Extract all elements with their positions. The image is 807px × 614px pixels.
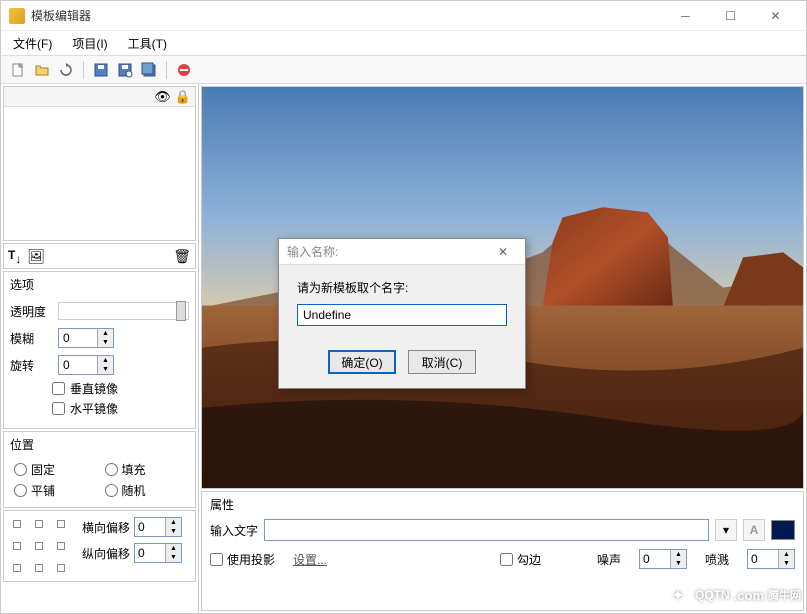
flip-v-label: 垂直镜像 (70, 380, 118, 397)
dialog-title: 输入名称: (287, 243, 338, 260)
dialog-input[interactable] (297, 304, 507, 326)
pos-random-radio[interactable] (105, 484, 118, 497)
flip-h-checkbox[interactable] (52, 402, 65, 415)
refresh-icon (58, 62, 74, 78)
save-button[interactable] (90, 59, 112, 81)
text-input-label: 输入文字 (210, 522, 258, 539)
stroke-checkbox[interactable] (500, 553, 513, 566)
options-title: 选项 (10, 276, 189, 293)
color-button[interactable] (771, 520, 795, 540)
align-ml[interactable] (10, 539, 24, 553)
minimize-button[interactable]: ─ (663, 2, 708, 30)
layer-panel: 👁 🔒 (3, 86, 196, 241)
spray-label: 喷溅 (705, 551, 729, 568)
opacity-slider[interactable] (58, 302, 189, 320)
text-dropdown-button[interactable]: ▾ (715, 519, 737, 541)
align-tr[interactable] (54, 517, 68, 531)
lock-icon[interactable]: 🔒 (175, 89, 191, 105)
save-icon (93, 62, 109, 78)
menu-project[interactable]: 项目(I) (64, 33, 115, 54)
align-bl[interactable] (10, 561, 24, 575)
offset-v-spinner[interactable]: 0▲▼ (134, 543, 182, 563)
font-button[interactable]: A (743, 519, 765, 541)
save-as-button[interactable] (114, 59, 136, 81)
noise-label: 噪声 (597, 551, 621, 568)
app-icon (9, 8, 25, 24)
pos-fixed-radio[interactable] (14, 463, 27, 476)
menu-tools[interactable]: 工具(T) (120, 33, 175, 54)
dialog-close-button[interactable]: ✕ (489, 242, 517, 262)
image-tool-button[interactable]: 🖼 (27, 248, 45, 265)
align-mr[interactable] (54, 539, 68, 553)
spray-spinner[interactable]: 0▲▼ (747, 549, 795, 569)
pos-fill-radio[interactable] (105, 463, 118, 476)
align-br[interactable] (54, 561, 68, 575)
eye-icon[interactable]: 👁 (154, 89, 171, 105)
save-as-icon (117, 62, 133, 78)
dialog-cancel-button[interactable]: 取消(C) (408, 350, 476, 374)
folder-icon (34, 62, 50, 78)
offset-h-spinner[interactable]: 0▲▼ (134, 517, 182, 537)
close-button[interactable]: ✕ (753, 2, 798, 30)
dialog-ok-button[interactable]: 确定(O) (328, 350, 396, 374)
save-all-button[interactable] (138, 59, 160, 81)
offset-h-label: 横向偏移 (82, 519, 130, 536)
settings-link[interactable]: 设置... (293, 551, 327, 568)
flip-v-checkbox[interactable] (52, 382, 65, 395)
pos-tile-radio[interactable] (14, 484, 27, 497)
name-dialog: 输入名称: ✕ 请为新模板取个名字: 确定(O) 取消(C) (278, 238, 526, 389)
props-title: 属性 (210, 496, 795, 513)
refresh-button[interactable] (55, 59, 77, 81)
position-title: 位置 (10, 436, 189, 453)
align-mc[interactable] (32, 539, 46, 553)
new-button[interactable] (7, 59, 29, 81)
opacity-label: 透明度 (10, 303, 52, 320)
noise-spinner[interactable]: 0▲▼ (639, 549, 687, 569)
dialog-prompt: 请为新模板取个名字: (297, 279, 507, 296)
rotate-label: 旋转 (10, 357, 52, 374)
blur-spinner[interactable]: 0▲▼ (58, 328, 114, 348)
align-bc[interactable] (32, 561, 46, 575)
delete-button[interactable]: 🗑 (173, 248, 191, 265)
shadow-checkbox[interactable] (210, 553, 223, 566)
text-tool-button[interactable]: T↓ (8, 246, 21, 266)
align-tc[interactable] (32, 517, 46, 531)
maximize-button[interactable]: ☐ (708, 2, 753, 30)
rotate-spinner[interactable]: 0▲▼ (58, 355, 114, 375)
stop-icon (176, 62, 192, 78)
new-icon (10, 62, 26, 78)
text-input[interactable] (264, 519, 709, 541)
window-title: 模板编辑器 (31, 7, 663, 24)
open-button[interactable] (31, 59, 53, 81)
menu-file[interactable]: 文件(F) (5, 33, 60, 54)
flip-h-label: 水平镜像 (70, 400, 118, 417)
blur-label: 模糊 (10, 330, 52, 347)
align-tl[interactable] (10, 517, 24, 531)
offset-v-label: 纵向偏移 (82, 545, 130, 562)
stop-button[interactable] (173, 59, 195, 81)
save-all-icon (141, 62, 157, 78)
